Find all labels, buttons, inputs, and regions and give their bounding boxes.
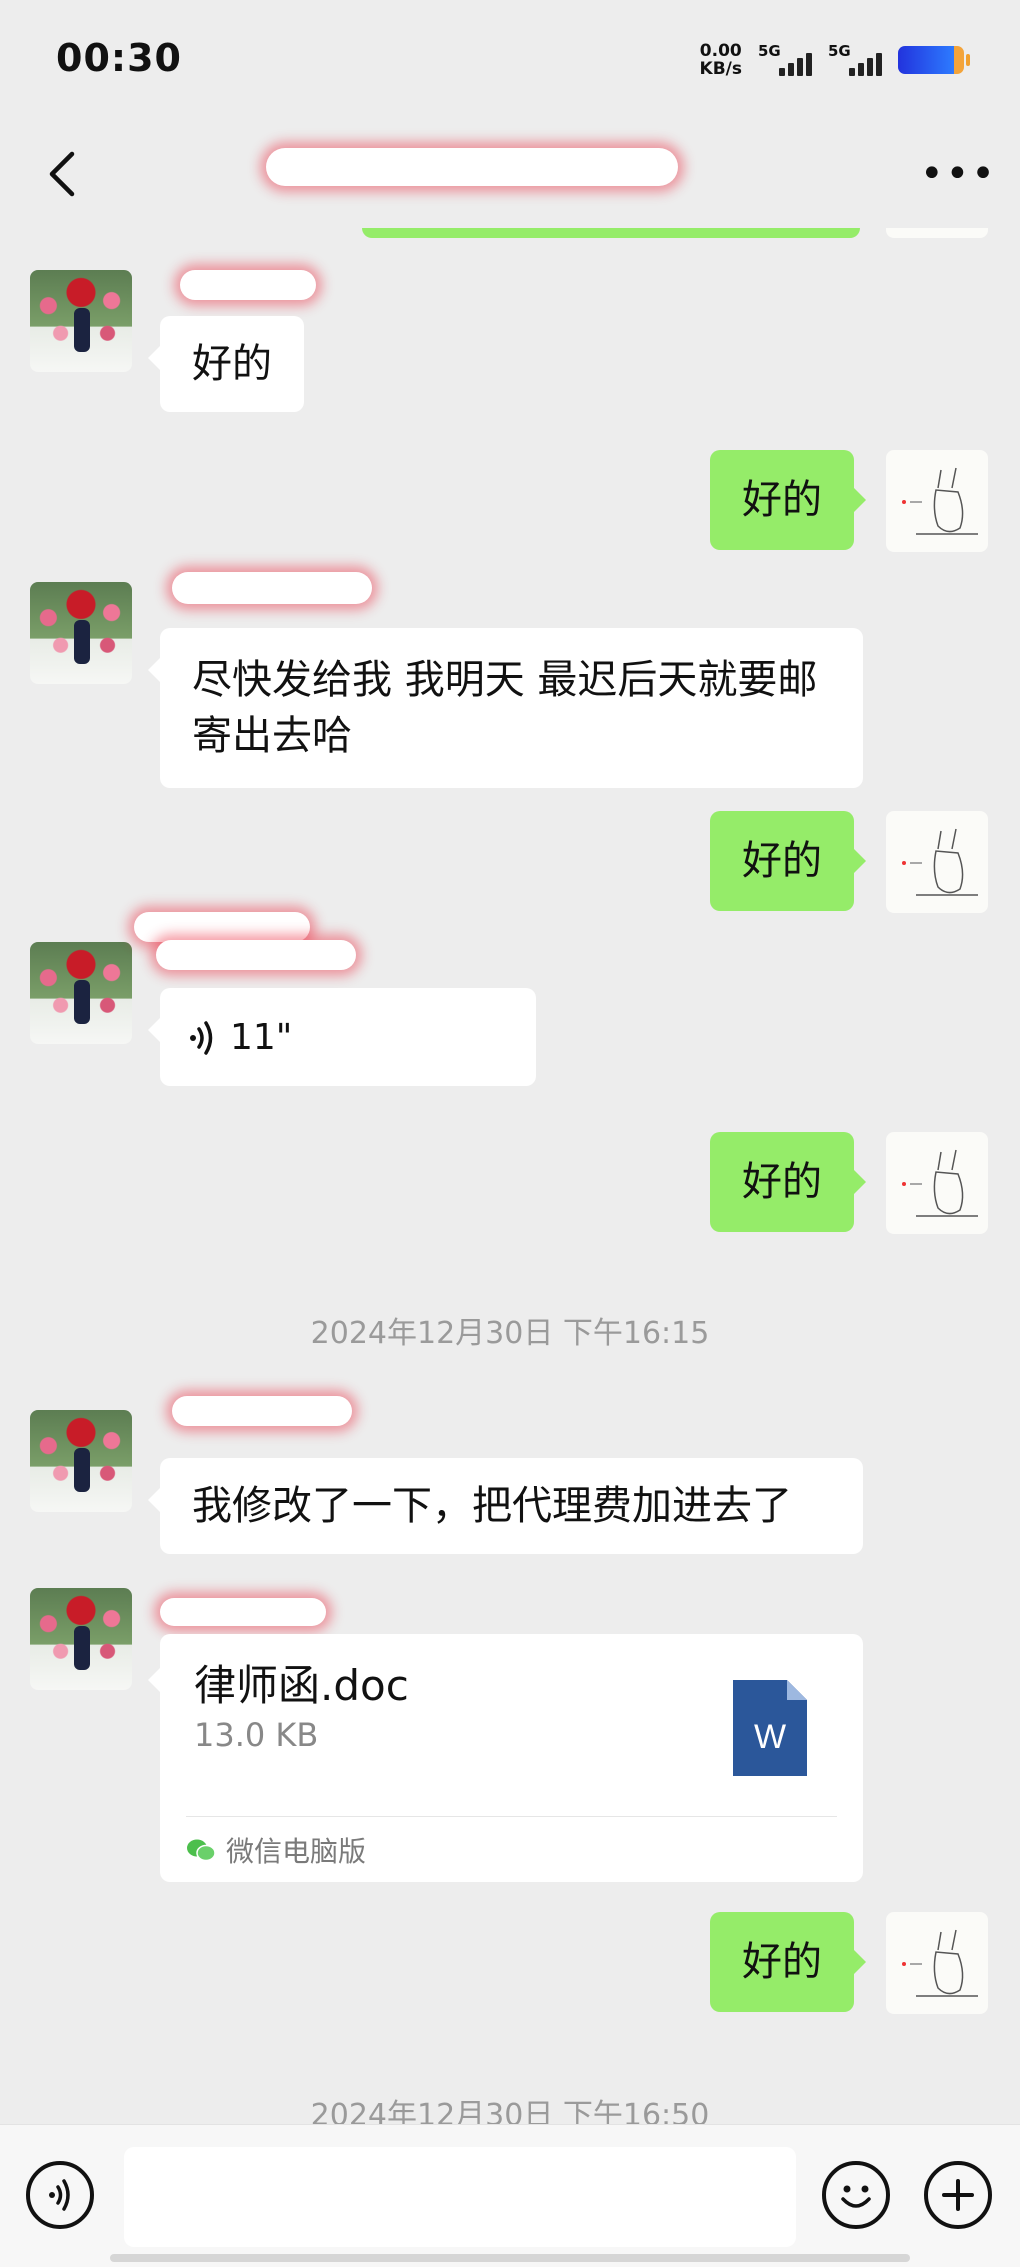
sender-name-redacted [180,270,316,300]
rabbit-sketch-icon [902,1149,978,1217]
chat-header: ••• [0,120,1020,228]
received-message-bubble[interactable]: 尽快发给我 我明天 最迟后天就要邮寄出去哈 [148,628,863,788]
rabbit-sketch-icon [902,1929,978,1997]
sender-name-redacted [160,1598,326,1626]
sent-message-bubble[interactable]: 好的 [710,450,866,550]
network-speed-value: 0.00 [699,41,742,61]
message-text: 好的 [742,1159,822,1205]
sender-name-redacted [134,912,310,942]
message-text: 尽快发给我 我明天 最迟后天就要邮寄出去哈 [192,657,818,759]
my-avatar[interactable] [886,1132,988,1234]
contact-avatar[interactable] [30,582,132,684]
message-text: 好的 [742,477,822,523]
status-icons: 0.00 KB/s 5G 5G [700,40,970,80]
voice-duration: 11" [230,1017,293,1058]
rabbit-sketch-icon [902,467,978,535]
chevron-left-icon [49,151,75,197]
input-bar [0,2124,1020,2267]
signal-icon-sim2: 5G [828,42,882,78]
battery-icon [898,46,970,74]
contact-avatar[interactable] [30,942,132,1044]
redaction-scribble [266,148,678,186]
sent-message-bubble[interactable]: 好的 [710,1912,866,2012]
wechat-icon [187,1839,216,1862]
file-size: 13.0 KB [194,1716,319,1754]
sent-message-bubble[interactable]: 好的 [710,811,866,911]
my-avatar[interactable] [886,450,988,552]
plus-icon [942,2179,974,2211]
received-message-bubble[interactable]: 我修改了一下，把代理费加进去了 [148,1458,863,1554]
message-text: 好的 [742,838,822,884]
previous-avatar [886,228,988,238]
file-source-label: 微信电脑版 [226,1835,367,1868]
signal-icon-sim1: 5G [758,42,812,78]
signal-label-sim1: 5G [758,42,781,60]
network-speed-unit: KB/s [699,59,742,79]
previous-message-bubble[interactable] [362,228,860,238]
received-message-bubble[interactable]: 好的 [148,316,304,412]
message-text: 我修改了一下，把代理费加进去了 [192,1483,792,1529]
ellipsis-icon: ••• [920,151,997,197]
divider [186,1816,837,1817]
gesture-navigation-bar[interactable] [110,2254,910,2262]
network-speed: 0.00 KB/s [700,42,742,78]
voice-icon [49,2179,70,2211]
sender-name-redacted [172,572,372,604]
word-icon-letter: W [754,1718,786,1756]
back-button[interactable] [34,144,94,204]
word-document-icon: W [733,1680,807,1776]
voice-wave-icon [190,1021,213,1055]
sender-name-redacted [156,940,356,970]
more-functions-button[interactable] [924,2161,992,2229]
contact-avatar[interactable] [30,1588,132,1690]
contact-avatar[interactable] [30,1410,132,1512]
voice-input-button[interactable] [26,2161,94,2229]
voice-message-bubble[interactable]: 11" [148,988,536,1086]
emoji-button[interactable] [822,2161,890,2229]
message-text: 好的 [742,1939,822,1985]
message-input[interactable] [124,2147,796,2247]
status-time: 00:30 [56,36,182,80]
file-name: 律师函.doc [194,1661,409,1710]
rabbit-sketch-icon [902,828,978,896]
sent-message-bubble[interactable]: 好的 [710,1132,866,1232]
file-message-card[interactable]: 律师函.doc 13.0 KB W 微信电脑版 [148,1634,863,1882]
my-avatar[interactable] [886,811,988,913]
signal-label-sim2: 5G [828,42,851,60]
sender-name-redacted [172,1396,352,1426]
more-options-button[interactable]: ••• [920,144,995,204]
timestamp: 2024年12月30日 下午16:15 [310,1316,710,1351]
emoji-icon [841,2185,871,2208]
contact-avatar[interactable] [30,270,132,372]
file-source: 微信电脑版 [186,1830,366,1870]
status-bar: 00:30 0.00 KB/s 5G 5G [0,0,1020,120]
my-avatar[interactable] [886,1912,988,2014]
chat-screen: 00:30 0.00 KB/s 5G 5G ••• 好的 好的 尽快发给我 我明… [0,0,1020,2267]
message-text: 好的 [192,341,272,387]
